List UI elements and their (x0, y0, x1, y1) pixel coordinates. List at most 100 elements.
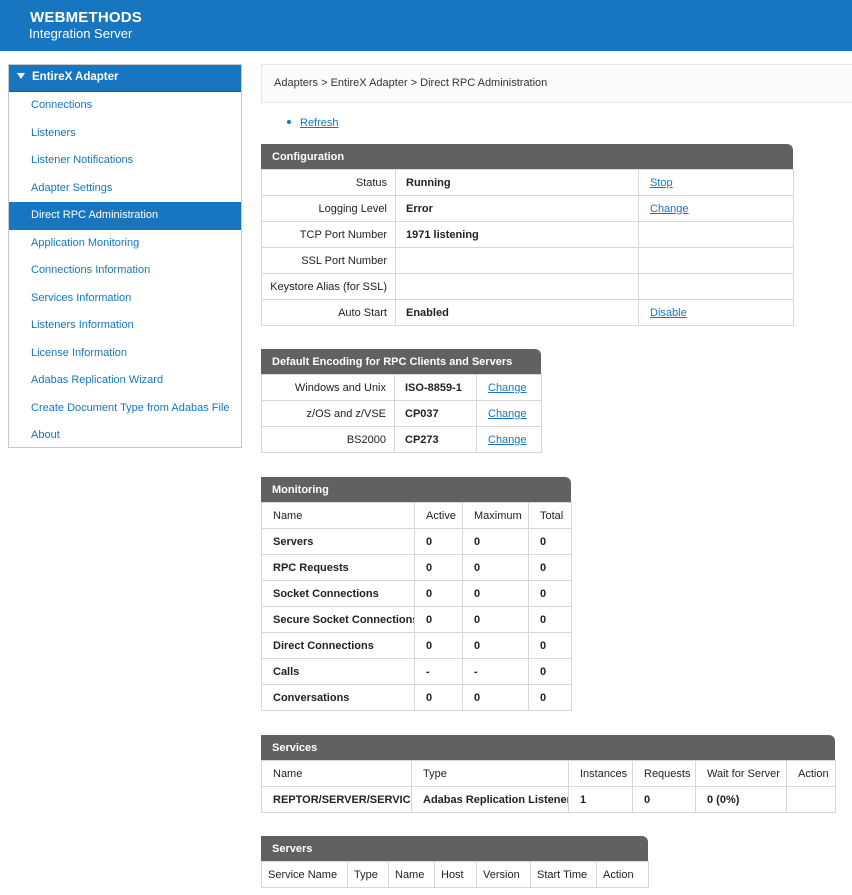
config-action-cell (638, 273, 794, 300)
monitoring-name: RPC Requests (261, 554, 415, 581)
sidebar-item-connections-information[interactable]: Connections Information (9, 257, 241, 285)
product-name: Integration Server (29, 26, 133, 41)
brand-logo[interactable]: WEBMETHODS (30, 9, 142, 26)
refresh-link[interactable]: Refresh (300, 117, 339, 129)
monitoring-value: 0 (462, 632, 529, 659)
encoding-value: CP037 (394, 400, 477, 427)
triangle-down-icon (17, 73, 25, 79)
config-row: Logging Level Error Change (261, 195, 794, 222)
monitoring-value: 0 (528, 580, 572, 607)
column-header: Version (476, 861, 531, 888)
config-action-link[interactable]: Change (650, 203, 689, 215)
services-title: Services (261, 735, 835, 760)
encoding-title: Default Encoding for RPC Clients and Ser… (261, 349, 541, 374)
services-table: Name Type Instances Requests Wait for Server… (261, 760, 836, 813)
sidebar-item-create-document-type-from-adabas-file[interactable]: Create Document Type from Adabas File (9, 395, 241, 423)
monitoring-value: 0 (462, 580, 529, 607)
refresh-item: Refresh (287, 117, 339, 129)
encoding-action-cell: Change (476, 400, 542, 427)
service-cell: 0 (632, 786, 696, 813)
monitoring-name: Calls (261, 658, 415, 685)
config-label: Keystore Alias (for SSL) (261, 273, 396, 300)
config-action-link[interactable]: Stop (650, 177, 673, 189)
table-row: RPC Requests 0 0 0 (261, 554, 572, 581)
monitoring-title: Monitoring (261, 477, 571, 502)
monitoring-value: 0 (462, 528, 529, 555)
encoding-change-link[interactable]: Change (488, 382, 527, 394)
sidebar-item-listeners[interactable]: Listeners (9, 120, 241, 148)
config-value (395, 273, 639, 300)
encoding-label: Windows and Unix (261, 374, 395, 401)
monitoring-value: 0 (414, 554, 463, 581)
column-header: Type (347, 861, 389, 888)
sidebar-item-direct-rpc-administration[interactable]: Direct RPC Administration (9, 202, 241, 230)
column-header: Name (261, 760, 412, 787)
monitoring-name: Direct Connections (261, 632, 415, 659)
column-header: Name (388, 861, 435, 888)
sidebar-item-about[interactable]: About (9, 422, 241, 450)
table-row: REPTOR/SERVER/SERVICE Adabas Replication … (261, 786, 836, 813)
config-row: Status Running Stop (261, 169, 794, 196)
encoding-value: ISO-8859-1 (394, 374, 477, 401)
config-action-cell: Disable (638, 299, 794, 326)
config-row: SSL Port Number (261, 247, 794, 274)
encoding-row: Windows and Unix ISO-8859-1 Change (261, 374, 542, 401)
breadcrumb: Adapters > EntireX Adapter > Direct RPC … (261, 64, 852, 103)
config-label: Auto Start (261, 299, 396, 326)
monitoring-value: 0 (414, 684, 463, 711)
monitoring-table: Name Active Maximum Total Servers 0 0 0 RPC Requ… (261, 502, 572, 711)
config-value: Running (395, 169, 639, 196)
service-cell (786, 786, 836, 813)
column-header: Action (786, 760, 836, 787)
config-row: Keystore Alias (for SSL) (261, 273, 794, 300)
configuration-title: Configuration (261, 144, 793, 169)
sidebar-item-listeners-information[interactable]: Listeners Information (9, 312, 241, 340)
configuration-table: Status Running Stop Logging Level Error Chang… (261, 169, 794, 326)
sidebar-item-adapter-settings[interactable]: Adapter Settings (9, 175, 241, 203)
encoding-row: z/OS and z/VSE CP037 Change (261, 400, 542, 427)
config-action-link[interactable]: Disable (650, 307, 687, 319)
column-header: Wait for Server (695, 760, 787, 787)
service-cell: REPTOR/SERVER/SERVICE (261, 786, 412, 813)
sidebar-item-application-monitoring[interactable]: Application Monitoring (9, 230, 241, 258)
config-label: Logging Level (261, 195, 396, 222)
sidebar-item-connections[interactable]: Connections (9, 92, 241, 120)
bullet-icon (287, 120, 291, 124)
config-action-cell (638, 221, 794, 248)
column-header: Action (596, 861, 649, 888)
table-row: Conversations 0 0 0 (261, 684, 572, 711)
column-header: Name (261, 502, 415, 529)
sidebar-item-listener-notifications[interactable]: Listener Notifications (9, 147, 241, 175)
sidebar-menu: Connections Listeners Listener Notificatio… (9, 92, 241, 450)
monitoring-name: Conversations (261, 684, 415, 711)
encoding-change-link[interactable]: Change (488, 408, 527, 420)
sidebar-item-services-information[interactable]: Services Information (9, 285, 241, 313)
monitoring-name: Secure Socket Connections (261, 606, 415, 633)
monitoring-panel: Monitoring Name Active Maximum Total Servers… (261, 477, 572, 711)
monitoring-value: 0 (462, 606, 529, 633)
encoding-action-cell: Change (476, 374, 542, 401)
sidebar-item-license-information[interactable]: License Information (9, 340, 241, 368)
encoding-row: BS2000 CP273 Change (261, 426, 542, 453)
table-row: Secure Socket Connections 0 0 0 (261, 606, 572, 633)
monitoring-value: 0 (414, 580, 463, 607)
sidebar-item-adabas-replication-wizard[interactable]: Adabas Replication Wizard (9, 367, 241, 395)
column-header: Type (411, 760, 569, 787)
monitoring-value: - (462, 658, 529, 685)
sidebar-section-header[interactable]: EntireX Adapter (9, 65, 241, 92)
table-row: Servers 0 0 0 (261, 528, 572, 555)
config-label: SSL Port Number (261, 247, 396, 274)
monitoring-value: 0 (462, 554, 529, 581)
column-header: Total (528, 502, 572, 529)
monitoring-value: - (414, 658, 463, 685)
encoding-label: BS2000 (261, 426, 395, 453)
monitoring-value: 0 (528, 528, 572, 555)
encoding-change-link[interactable]: Change (488, 434, 527, 446)
config-action-cell: Change (638, 195, 794, 222)
column-header: Start Time (530, 861, 597, 888)
monitoring-value: 0 (528, 606, 572, 633)
encoding-label: z/OS and z/VSE (261, 400, 395, 427)
config-value (395, 247, 639, 274)
table-header-row: Service Name Type Name Host Version Start Tim… (261, 861, 649, 888)
column-header: Requests (632, 760, 696, 787)
